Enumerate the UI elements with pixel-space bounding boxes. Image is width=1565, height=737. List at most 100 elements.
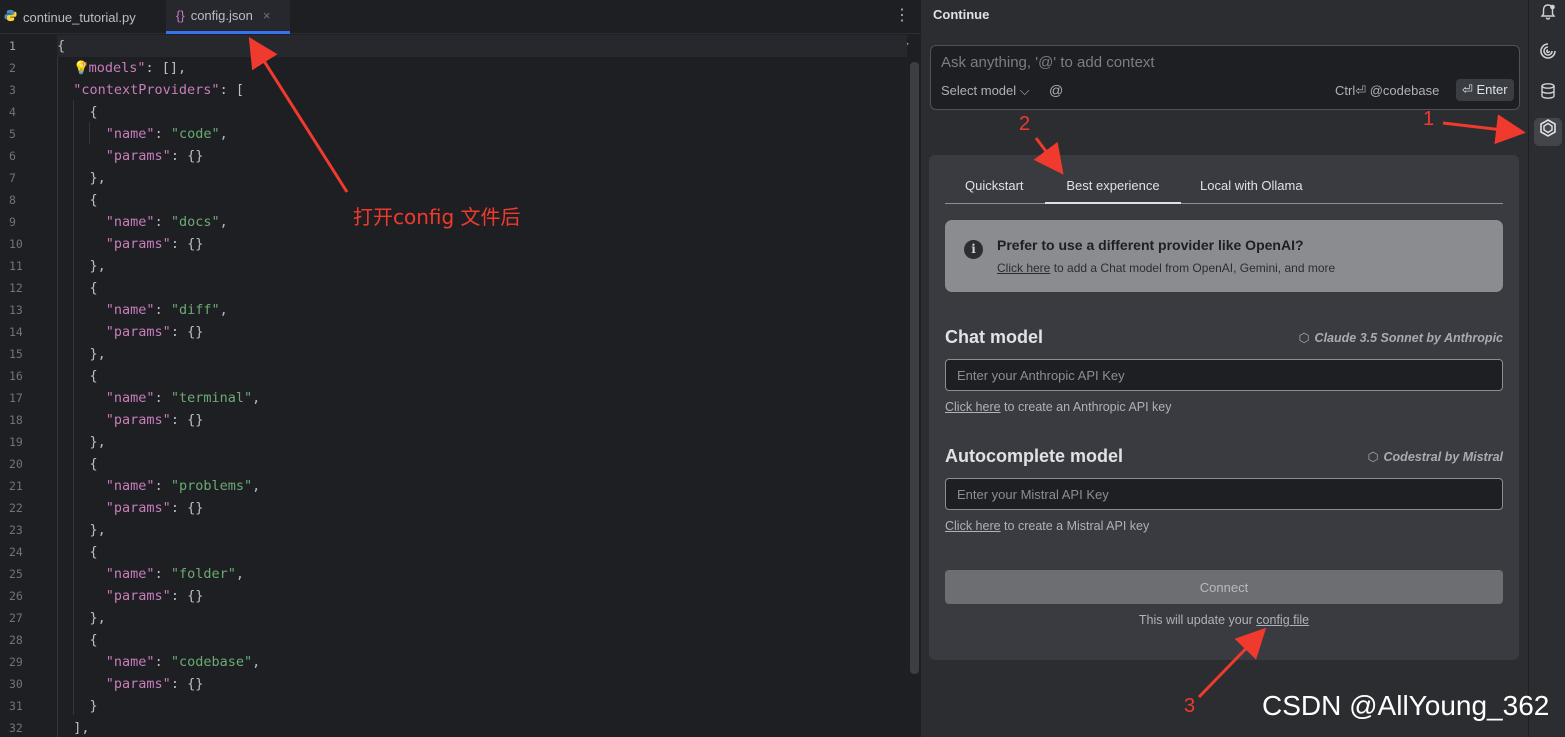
annotation-open-config: 打开config 文件后 xyxy=(353,205,521,229)
line-number: 16 xyxy=(9,369,23,383)
code-content[interactable]: { 💡"models": [], "contextProviders": [ {… xyxy=(57,35,907,737)
line-number: 3 xyxy=(9,83,16,97)
code-line: }, xyxy=(89,522,106,538)
vertical-scrollbar[interactable] xyxy=(910,62,919,674)
line-number: 1 xyxy=(9,39,16,53)
code-line: "name": "codebase", xyxy=(105,654,261,670)
cube-icon: ⬡ xyxy=(1298,331,1310,345)
mistral-help: Click here to create a Mistral API key xyxy=(945,519,1149,533)
annotation-number-1: 1 xyxy=(1423,108,1435,130)
tab-label: config.json xyxy=(190,8,253,23)
cube-icon: ⬡ xyxy=(1367,450,1379,464)
code-line: "name": "problems", xyxy=(105,478,261,494)
code-line: "name": "terminal", xyxy=(105,390,261,406)
code-line: "name": "diff", xyxy=(105,302,228,318)
chat-model-title: Chat model xyxy=(945,327,1044,347)
code-line: { xyxy=(89,544,98,560)
mistral-click-here-link[interactable]: Click here xyxy=(945,519,1001,533)
line-number: 26 xyxy=(9,589,23,603)
line-number: 24 xyxy=(9,545,23,559)
connect-button[interactable]: Connect xyxy=(945,570,1503,604)
json-braces-icon: {} xyxy=(176,8,185,23)
line-number: 6 xyxy=(9,149,16,163)
code-line: }, xyxy=(89,258,106,274)
select-model-dropdown[interactable]: Select model ⌵ xyxy=(941,83,1030,99)
chevron-down-icon: ⌵ xyxy=(1019,83,1030,98)
line-number: 10 xyxy=(9,237,23,251)
line-number: 21 xyxy=(9,479,23,493)
code-line: "params": {} xyxy=(105,676,204,692)
code-line: }, xyxy=(89,346,106,362)
line-number: 8 xyxy=(9,193,16,207)
code-line: ], xyxy=(73,720,90,736)
line-number: 15 xyxy=(9,347,23,361)
line-number: 11 xyxy=(9,259,23,273)
continue-plugin-icon[interactable] xyxy=(1534,118,1562,146)
tab-config-json[interactable]: {} config.json × xyxy=(166,0,290,34)
select-model-label: Select model xyxy=(941,83,1017,98)
notifications-bell-icon[interactable] xyxy=(1536,3,1560,27)
line-number: 29 xyxy=(9,655,23,669)
line-number: 2 xyxy=(9,61,16,75)
code-line: "params": {} xyxy=(105,588,204,604)
notice-click-here-link[interactable]: Click here xyxy=(997,261,1050,275)
code-editor: continue_tutorial.py {} config.json × ⋮ … xyxy=(0,0,921,737)
chat-input-box: Select model ⌵ @ Ctrl⏎ @codebase ⏎ Enter xyxy=(930,45,1520,110)
update-config-note: This will update your config file xyxy=(929,613,1519,627)
database-icon[interactable] xyxy=(1536,82,1560,106)
anthropic-help: Click here to create an Anthropic API ke… xyxy=(945,400,1172,414)
tab-local-ollama[interactable]: Local with Ollama xyxy=(1200,176,1303,204)
editor-tab-bar: continue_tutorial.py {} config.json × ⋮ xyxy=(0,0,921,34)
chat-model-label: Claude 3.5 Sonnet by Anthropic xyxy=(1314,331,1503,345)
code-line: { xyxy=(89,368,98,384)
anthropic-click-here-link[interactable]: Click here xyxy=(945,400,1001,414)
line-number: 27 xyxy=(9,611,23,625)
tab-continue-tutorial-py[interactable]: continue_tutorial.py xyxy=(0,0,164,34)
code-line: { xyxy=(89,632,98,648)
tab-quickstart[interactable]: Quickstart xyxy=(965,176,1024,204)
line-number: 7 xyxy=(9,171,16,185)
mistral-help-rest: to create a Mistral API key xyxy=(1000,519,1150,533)
mistral-api-key-input[interactable] xyxy=(945,478,1503,510)
panel-title: Continue xyxy=(933,7,990,22)
line-number: 13 xyxy=(9,303,23,317)
tab-best-experience[interactable]: Best experience xyxy=(1045,176,1181,204)
autocomplete-model-label: Codestral by Mistral xyxy=(1383,450,1503,464)
continue-panel: Continue Select model ⌵ @ Ctrl⏎ @codebas… xyxy=(921,0,1528,737)
autocomplete-model-title: Autocomplete model xyxy=(945,446,1124,466)
line-number: 4 xyxy=(9,105,16,119)
code-line: "name": "folder", xyxy=(105,566,244,582)
line-number: 22 xyxy=(9,501,23,515)
code-line: } xyxy=(89,698,98,714)
more-options-icon[interactable]: ⋮ xyxy=(894,5,910,25)
autocomplete-model-name: ⬡ Codestral by Mistral xyxy=(1368,449,1503,464)
line-number: 25 xyxy=(9,567,23,581)
line-number: 17 xyxy=(9,391,23,405)
annotation-number-3: 3 xyxy=(1184,695,1196,717)
close-icon[interactable]: × xyxy=(263,8,271,23)
config-file-link[interactable]: config file xyxy=(1256,613,1309,627)
at-mention-button[interactable]: @ xyxy=(1049,82,1063,98)
code-line: }, xyxy=(89,170,106,186)
code-line: { xyxy=(89,280,98,296)
python-icon xyxy=(4,9,17,25)
chat-input[interactable] xyxy=(941,54,1501,71)
codebase-shortcut[interactable]: Ctrl⏎ @codebase xyxy=(1335,83,1439,99)
code-line: 💡"models": [], xyxy=(73,60,187,76)
chat-model-name: ⬡ Claude 3.5 Sonnet by Anthropic xyxy=(1299,330,1503,345)
onboarding-tabs: Quickstart Best experience Local with Ol… xyxy=(945,176,1503,204)
line-number: 23 xyxy=(9,523,23,537)
anthropic-api-key-input[interactable] xyxy=(945,359,1503,391)
update-note-text: This will update your xyxy=(1138,613,1257,627)
line-number: 12 xyxy=(9,281,23,295)
tab-label: continue_tutorial.py xyxy=(23,9,136,25)
info-icon: i xyxy=(964,240,983,259)
enter-button[interactable]: ⏎ Enter xyxy=(1456,79,1514,101)
line-number: 32 xyxy=(9,721,23,735)
ai-assistant-icon[interactable] xyxy=(1536,42,1560,66)
code-line: "params": {} xyxy=(105,236,204,252)
line-number: 30 xyxy=(9,677,23,691)
code-line: "contextProviders": [ xyxy=(73,82,244,98)
code-line: "params": {} xyxy=(105,500,204,516)
watermark: CSDN @AllYoung_362 xyxy=(1262,690,1550,721)
